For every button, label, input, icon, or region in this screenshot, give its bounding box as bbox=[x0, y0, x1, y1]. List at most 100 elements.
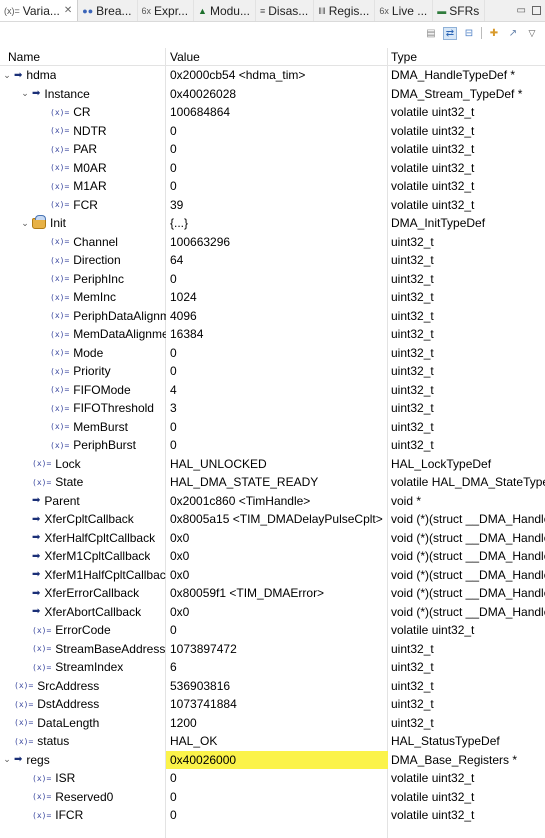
variable-value[interactable]: 0x80059f1 <TIM_DMAError> bbox=[166, 584, 388, 603]
variable-value[interactable]: 0x40026028 bbox=[166, 85, 388, 104]
tab-live-expressions[interactable]: 6x Live ... bbox=[375, 0, 434, 21]
variable-value[interactable]: {...} bbox=[166, 214, 388, 233]
tree-row-state[interactable]: ⌄(x)=StateHAL_DMA_STATE_READYvolatile HA… bbox=[0, 473, 545, 492]
variable-value[interactable]: 0 bbox=[166, 344, 388, 363]
variable-value[interactable]: 39 bbox=[166, 196, 388, 215]
variable-value[interactable]: 0 bbox=[166, 122, 388, 141]
variable-value[interactable]: 0x2000cb54 <hdma_tim> bbox=[166, 66, 388, 85]
tree-row-parent[interactable]: ⌄➡Parent0x2001c860 <TimHandle>void * bbox=[0, 492, 545, 511]
tree-row-m1ar[interactable]: ⌄(x)=M1AR0volatile uint32_t bbox=[0, 177, 545, 196]
tab-expressions[interactable]: 6x Expr... bbox=[138, 0, 195, 21]
tree-row-direction[interactable]: ⌄(x)=Direction64uint32_t bbox=[0, 251, 545, 270]
tree-row-ndtr[interactable]: ⌄(x)=NDTR0volatile uint32_t bbox=[0, 122, 545, 141]
variable-value[interactable]: 0 bbox=[166, 621, 388, 640]
variable-value[interactable]: 0x0 bbox=[166, 547, 388, 566]
tree-row-memdataalignment[interactable]: ⌄(x)=MemDataAlignment16384uint32_t bbox=[0, 325, 545, 344]
chevron-down-icon[interactable]: ⌄ bbox=[2, 754, 12, 765]
tab-breakpoints[interactable]: ●● Brea... bbox=[78, 0, 138, 21]
variable-value[interactable]: 0 bbox=[166, 270, 388, 289]
variable-value[interactable]: 3 bbox=[166, 399, 388, 418]
variable-value[interactable]: 1073741884 bbox=[166, 695, 388, 714]
view-menu-icon[interactable]: ▽ bbox=[525, 27, 539, 40]
variable-value[interactable]: HAL_DMA_STATE_READY bbox=[166, 473, 388, 492]
minimize-icon[interactable]: ▭ bbox=[517, 5, 526, 16]
tree-row-errorcode[interactable]: ⌄(x)=ErrorCode0volatile uint32_t bbox=[0, 621, 545, 640]
tree-row-hdma[interactable]: ⌄ ➡ hdma 0x2000cb54 <hdma_tim> DMA_HandleTyp… bbox=[0, 66, 545, 85]
tree-row-streamindex[interactable]: ⌄(x)=StreamIndex6uint32_t bbox=[0, 658, 545, 677]
variable-value[interactable]: 4096 bbox=[166, 307, 388, 326]
tree-row-fifomode[interactable]: ⌄(x)=FIFOMode4uint32_t bbox=[0, 381, 545, 400]
variable-value[interactable]: 0x8005a15 <TIM_DMADelayPulseCplt> bbox=[166, 510, 388, 529]
maximize-icon[interactable] bbox=[532, 6, 541, 15]
tree-row-instance[interactable]: ⌄ ➡ Instance 0x40026028 DMA_Stream_TypeDef * bbox=[0, 85, 545, 104]
variable-value[interactable]: 0 bbox=[166, 140, 388, 159]
tab-registers[interactable]: ‖‖ Regis... bbox=[314, 0, 376, 21]
tree-row-lock[interactable]: ⌄(x)=LockHAL_UNLOCKEDHAL_LockTypeDef bbox=[0, 455, 545, 474]
tab-sfrs[interactable]: ▬ SFRs bbox=[433, 0, 486, 21]
tree-row-periphinc[interactable]: ⌄(x)=PeriphInc0uint32_t bbox=[0, 270, 545, 289]
show-type-names-icon[interactable]: ▤ bbox=[424, 27, 438, 40]
tree-row-fcr[interactable]: ⌄(x)=FCR39volatile uint32_t bbox=[0, 196, 545, 215]
variable-value[interactable]: 0 bbox=[166, 806, 388, 825]
variable-value[interactable]: 536903816 bbox=[166, 677, 388, 696]
variable-value[interactable]: 0 bbox=[166, 769, 388, 788]
chevron-down-icon[interactable]: ⌄ bbox=[20, 218, 30, 229]
tree-row-periphburst[interactable]: ⌄(x)=PeriphBurst0uint32_t bbox=[0, 436, 545, 455]
tree-row-status[interactable]: ⌄(x)=statusHAL_OKHAL_StatusTypeDef bbox=[0, 732, 545, 751]
tree-row-xfererrorcallback[interactable]: ⌄➡XferErrorCallback0x80059f1 <TIM_DMAErr… bbox=[0, 584, 545, 603]
chevron-down-icon[interactable]: ⌄ bbox=[20, 88, 30, 99]
variable-value[interactable]: 0x0 bbox=[166, 603, 388, 622]
tree-row-meminc[interactable]: ⌄(x)=MemInc1024uint32_t bbox=[0, 288, 545, 307]
tree-row-memburst[interactable]: ⌄(x)=MemBurst0uint32_t bbox=[0, 418, 545, 437]
tree-row-xferabortcallback[interactable]: ⌄➡XferAbortCallback0x0void (*)(struct __… bbox=[0, 603, 545, 622]
tree-row-xfercpltcallback[interactable]: ⌄➡XferCpltCallback0x8005a15 <TIM_DMADela… bbox=[0, 510, 545, 529]
variable-value[interactable]: 100663296 bbox=[166, 233, 388, 252]
tree-row-channel[interactable]: ⌄(x)=Channel100663296uint32_t bbox=[0, 233, 545, 252]
tree-row-periphdataalignment[interactable]: ⌄(x)=PeriphDataAlignment4096uint32_t bbox=[0, 307, 545, 326]
tree-row-xferm1cpltcallback[interactable]: ⌄➡XferM1CpltCallback0x0void (*)(struct _… bbox=[0, 547, 545, 566]
tree-row-srcaddress[interactable]: ⌄(x)=SrcAddress536903816uint32_t bbox=[0, 677, 545, 696]
variable-value[interactable]: 16384 bbox=[166, 325, 388, 344]
variable-value[interactable]: 0 bbox=[166, 362, 388, 381]
variable-value[interactable]: HAL_UNLOCKED bbox=[166, 455, 388, 474]
tree-row-reserved0[interactable]: ⌄(x)=Reserved00volatile uint32_t bbox=[0, 788, 545, 807]
variable-value[interactable]: 100684864 bbox=[166, 103, 388, 122]
tree-row-xferm1halfcpltcallback[interactable]: ⌄➡XferM1HalfCpltCallback0x0void (*)(stru… bbox=[0, 566, 545, 585]
variable-value[interactable]: 4 bbox=[166, 381, 388, 400]
tree-row-priority[interactable]: ⌄(x)=Priority0uint32_t bbox=[0, 362, 545, 381]
tree-row-mode[interactable]: ⌄(x)=Mode0uint32_t bbox=[0, 344, 545, 363]
variable-value[interactable]: 0 bbox=[166, 436, 388, 455]
tree-row-fifothreshold[interactable]: ⌄(x)=FIFOThreshold3uint32_t bbox=[0, 399, 545, 418]
tree-row-regs[interactable]: ⌄ ➡ regs 0x40026000 DMA_Base_Registers * bbox=[0, 750, 545, 769]
variable-value[interactable]: 0 bbox=[166, 159, 388, 178]
tab-variables[interactable]: (x)= Varia... ✕ bbox=[0, 0, 79, 21]
add-global-variables-icon[interactable]: ✚ bbox=[487, 27, 501, 40]
variable-value[interactable]: 0 bbox=[166, 418, 388, 437]
variable-value[interactable]: 6 bbox=[166, 658, 388, 677]
variable-value[interactable]: 1024 bbox=[166, 288, 388, 307]
variable-value[interactable]: 64 bbox=[166, 251, 388, 270]
tree-row-m0ar[interactable]: ⌄(x)=M0AR0volatile uint32_t bbox=[0, 159, 545, 178]
export-icon[interactable]: ↗ bbox=[506, 27, 520, 40]
tree-row-datalength[interactable]: ⌄(x)=DataLength1200uint32_t bbox=[0, 714, 545, 733]
tree-row-streambaseaddress[interactable]: ⌄(x)=StreamBaseAddress1073897472uint32_t bbox=[0, 640, 545, 659]
variable-value[interactable]: 0x0 bbox=[166, 566, 388, 585]
chevron-down-icon[interactable]: ⌄ bbox=[2, 70, 12, 81]
tree-row-dstaddress[interactable]: ⌄(x)=DstAddress1073741884uint32_t bbox=[0, 695, 545, 714]
tree-row-ifcr[interactable]: ⌄(x)=IFCR0volatile uint32_t bbox=[0, 806, 545, 825]
tree-row-cr[interactable]: ⌄(x)=CR100684864volatile uint32_t bbox=[0, 103, 545, 122]
variable-value[interactable]: 0 bbox=[166, 788, 388, 807]
tree-row-init[interactable]: ⌄ Init {...} DMA_InitTypeDef bbox=[0, 214, 545, 233]
tree-row-isr[interactable]: ⌄(x)=ISR0volatile uint32_t bbox=[0, 769, 545, 788]
name-column-header[interactable]: Name bbox=[8, 50, 40, 64]
value-column-header[interactable]: Value bbox=[170, 50, 200, 64]
show-logical-structure-icon[interactable]: ⇄ bbox=[443, 26, 457, 40]
variable-value[interactable]: 1200 bbox=[166, 714, 388, 733]
tree-row-xferhalfcpltcallback[interactable]: ⌄➡XferHalfCpltCallback0x0void (*)(struct… bbox=[0, 529, 545, 548]
tab-disassembly[interactable]: ≡ Disas... bbox=[256, 0, 315, 21]
type-column-header[interactable]: Type bbox=[391, 50, 417, 64]
variable-value[interactable]: 1073897472 bbox=[166, 640, 388, 659]
variable-value[interactable]: HAL_OK bbox=[166, 732, 388, 751]
close-icon[interactable]: ✕ bbox=[64, 5, 72, 16]
variable-value[interactable]: 0x40026000 bbox=[166, 750, 388, 769]
